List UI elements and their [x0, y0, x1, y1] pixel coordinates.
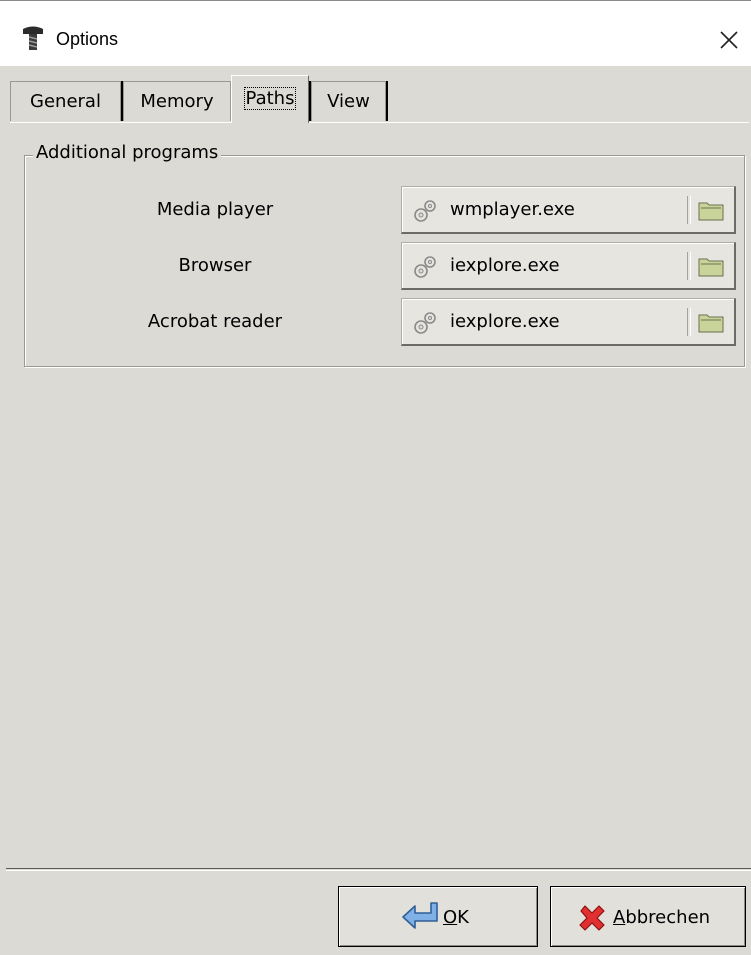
browser-path-value: iexplore.exe	[450, 255, 560, 276]
tab-paths-label: Paths	[243, 87, 297, 110]
cancel-button[interactable]: Abbrechen	[550, 886, 746, 947]
media-player-label: Media player	[156, 199, 274, 220]
window-title: Options	[56, 29, 119, 49]
ok-button[interactable]: OK	[338, 886, 538, 947]
gear-icon	[414, 312, 436, 334]
red-x-icon	[579, 905, 605, 931]
close-icon[interactable]	[717, 28, 741, 52]
folder-icon	[698, 314, 724, 333]
folder-icon	[698, 202, 724, 221]
screw-icon	[23, 26, 43, 50]
tab-paths[interactable]: Paths	[231, 75, 309, 123]
additional-programs-group: Additional programs Media player wmplaye…	[24, 142, 745, 367]
enter-arrow-icon	[402, 902, 438, 929]
tab-view[interactable]: View	[311, 81, 386, 121]
button-divider	[687, 308, 691, 336]
browser-label: Browser	[178, 255, 252, 276]
tab-general-label: General	[30, 91, 101, 112]
button-divider	[687, 196, 691, 224]
media-player-path-value: wmplayer.exe	[450, 199, 575, 220]
media-player-path-button[interactable]: wmplayer.exe	[401, 186, 736, 234]
paths-tab-panel: Additional programs Media player wmplaye…	[10, 122, 749, 866]
gear-icon	[414, 256, 436, 278]
ok-button-label: OK	[443, 907, 469, 928]
acrobat-reader-path-value: iexplore.exe	[450, 311, 560, 332]
gear-icon	[414, 200, 436, 222]
browser-path-button[interactable]: iexplore.exe	[401, 242, 736, 290]
title-bar[interactable]: Options	[0, 0, 751, 66]
cancel-button-label: Abbrechen	[613, 907, 711, 928]
tab-memory-label: Memory	[140, 91, 214, 112]
tab-view-label: View	[327, 91, 370, 112]
button-divider	[687, 252, 691, 280]
acrobat-reader-path-button[interactable]: iexplore.exe	[401, 298, 736, 346]
tab-memory[interactable]: Memory	[123, 81, 231, 121]
options-dialog: Options General Memory Paths View Additi…	[0, 0, 751, 955]
tab-general[interactable]: General	[10, 81, 121, 121]
acrobat-reader-label: Acrobat reader	[147, 311, 283, 332]
group-legend: Additional programs	[33, 142, 222, 163]
folder-icon	[698, 258, 724, 277]
button-bar-separator	[6, 868, 751, 871]
